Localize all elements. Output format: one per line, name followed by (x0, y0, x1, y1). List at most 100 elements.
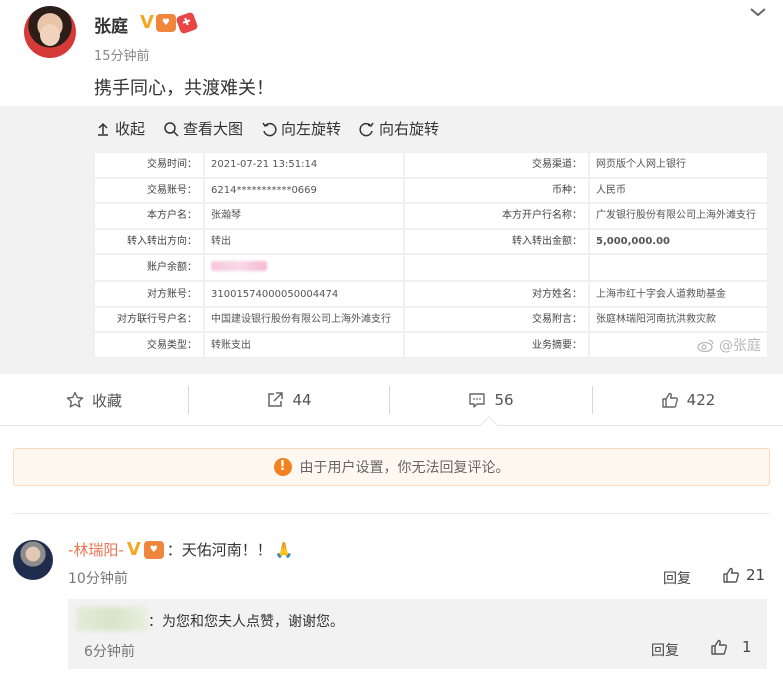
table-row: 对方账号： 31001574000050004474 对方姓名： 上海市红十字会… (93, 280, 769, 308)
media-panel: 收起 查看大图 向左旋转 向右旋转 交易时间： 2021-07-21 13:51… (0, 106, 783, 374)
receipt-key: 交易类型： (93, 331, 205, 359)
receipt-key: 业务摘要： (403, 331, 590, 359)
table-row: 交易类型： 转账支出 业务摘要： (93, 331, 769, 359)
receipt-value: 网页版个人网上银行 (588, 151, 769, 179)
subcomment-like-button[interactable]: 1 (710, 638, 752, 656)
like-count: 422 (686, 391, 716, 409)
table-row: 转入转出方向： 转出 转入转出金额： 5,000,000.00 (93, 227, 769, 256)
receipt-key: 交易渠道： (403, 151, 590, 179)
receipt-value: 上海市红十字会人道救助基金 (588, 280, 769, 308)
gift-badge-icon[interactable]: ✚ (175, 10, 199, 35)
like-button[interactable]: 422 (593, 374, 783, 426)
reply-button[interactable]: 回复 (663, 568, 691, 588)
comment-like-count: 21 (746, 566, 766, 584)
comment-text: ：天佑河南！！ (166, 541, 272, 559)
comment-count: 56 (494, 391, 514, 409)
receipt-value: 人民币 (588, 176, 769, 205)
image-toolbar: 收起 查看大图 向左旋转 向右旋转 (95, 118, 439, 139)
verified-icon[interactable]: V (140, 12, 154, 33)
table-row: 交易时间： 2021-07-21 13:51:14 交易渠道： 网页版个人网上银… (93, 151, 769, 179)
rotate-left-button[interactable]: 向左旋转 (261, 118, 341, 139)
receipt-key: 交易时间： (93, 151, 205, 179)
collapse-button[interactable]: 收起 (95, 118, 145, 139)
subcomment-text: ：为您和您夫人点赞，谢谢您。 (148, 614, 344, 630)
table-row: 对方联行号户名： 中国建设银行股份有限公司上海外滩支行 交易附言： 张庭林瑞阳河… (93, 305, 769, 334)
vip-heart-icon[interactable]: ♥ (155, 13, 176, 32)
rotate-right-button[interactable]: 向右旋转 (359, 118, 439, 139)
rotate-right-icon (359, 122, 374, 136)
comment-time: 10分钟前 (68, 571, 128, 587)
warning-icon: ! (273, 458, 292, 476)
receipt-value: 张庭林瑞阳河南抗洪救灾款 (588, 305, 769, 334)
receipt-value (588, 253, 769, 283)
receipt-value (203, 253, 405, 283)
post-text: 携手同心，共渡难关！ (94, 78, 274, 99)
receipt-key: 交易账号： (93, 176, 205, 205)
receipt-key: 本方开户行名称： (403, 202, 590, 230)
receipt-value: 6214***********0669 (203, 176, 405, 205)
receipt-value: 2021-07-21 13:51:14 (203, 151, 405, 179)
star-icon (66, 391, 84, 408)
thumbs-up-icon (661, 392, 678, 408)
receipt-value: 张瀚琴 (203, 202, 405, 230)
subcomment-reply-button[interactable]: 回复 (651, 640, 679, 660)
watermark-text: @张庭 (719, 338, 761, 354)
table-row: 交易账号： 6214***********0669 币种： 人民币 (93, 176, 769, 205)
receipt-key: 转入转出金额： (403, 227, 590, 256)
avatar[interactable] (24, 6, 76, 58)
receipt-value: 转账支出 (203, 331, 405, 359)
subcomment-box: ：为您和您夫人点赞，谢谢您。 6分钟前 回复 1 (68, 599, 767, 669)
view-large-button[interactable]: 查看大图 (163, 118, 243, 139)
verified-icon[interactable]: V (127, 539, 141, 560)
collapse-icon (98, 122, 108, 136)
redacted-balance (211, 260, 267, 271)
post-header: 张庭 V ♥ ✚ 15分钟前 携手同心，共渡难关！ (0, 0, 783, 106)
notice-text: 由于用户设置，你无法回复评论。 (299, 460, 510, 476)
view-large-label: 查看大图 (183, 120, 244, 138)
receipt-key: 交易附言： (403, 305, 590, 334)
weibo-watermark: @张庭 (697, 335, 761, 355)
user-name[interactable]: 张庭 (94, 12, 128, 37)
search-icon (164, 121, 179, 137)
table-row: 账户余额： (93, 253, 769, 283)
receipt-key: 币种： (403, 176, 590, 205)
receipt-key: 转入转出方向： (93, 227, 205, 256)
rotate-left-label: 向左旋转 (281, 120, 342, 138)
thumbs-up-icon (711, 639, 727, 655)
chevron-down-icon[interactable] (748, 4, 768, 20)
receipt-key: 对方账号： (93, 280, 205, 308)
receipt-value: 转出 (203, 227, 405, 256)
bank-receipt-image[interactable]: 交易时间： 2021-07-21 13:51:14 交易渠道： 网页版个人网上银… (93, 151, 769, 359)
pray-emoji-icon: 🙏 (274, 540, 294, 559)
receipt-value: 广发银行股份有限公司上海外滩支行 (588, 202, 769, 230)
receipt-key: 本方户名： (93, 202, 205, 230)
receipt-key: 账户余额： (93, 253, 205, 283)
vip-heart-icon[interactable]: ♥ (143, 540, 164, 559)
divider (13, 513, 770, 514)
rotate-left-icon (262, 122, 277, 136)
post-time[interactable]: 15分钟前 (94, 45, 150, 64)
reply-restriction-notice: ! 由于用户设置，你无法回复评论。 (13, 448, 770, 486)
receipt-value: 31001574000050004474 (203, 280, 405, 308)
comment-like-button[interactable]: 21 (722, 566, 765, 584)
receipt-key: 对方姓名： (403, 280, 590, 308)
post-action-bar: 收藏 44 56 422 (0, 374, 783, 426)
share-icon (268, 392, 284, 407)
collapse-label: 收起 (115, 120, 146, 138)
favorite-button[interactable]: 收藏 (0, 374, 188, 426)
rotate-right-label: 向右旋转 (379, 120, 440, 138)
redacted-user-name (76, 607, 148, 631)
comment-avatar[interactable] (13, 540, 53, 580)
receipt-value: 中国建设银行股份有限公司上海外滩支行 (203, 305, 405, 334)
weibo-logo-icon (697, 339, 714, 352)
share-count: 44 (292, 391, 312, 409)
comment-header: -林瑞阳- V ♥ ：天佑河南！！ 🙏 (68, 539, 293, 560)
share-button[interactable]: 44 (189, 374, 389, 426)
comment-user-name[interactable]: -林瑞阳- (68, 539, 124, 560)
subcomment-like-count: 1 (742, 638, 752, 656)
user-badges: V ♥ ✚ (140, 10, 199, 35)
receipt-table: 交易时间： 2021-07-21 13:51:14 交易渠道： 网页版个人网上银… (93, 151, 769, 359)
thumbs-up-icon (723, 567, 739, 583)
transfer-amount: 5,000,000.00 (588, 227, 769, 256)
receipt-key (403, 253, 590, 283)
